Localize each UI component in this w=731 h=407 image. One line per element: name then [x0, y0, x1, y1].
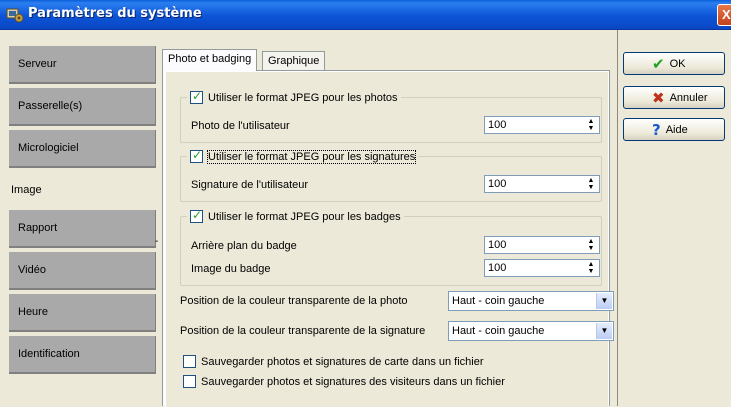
help-label: Aide: [665, 123, 688, 136]
close-button[interactable]: X: [717, 4, 731, 26]
badges-jpeg-checkbox[interactable]: [190, 208, 203, 223]
spinner-arrows-icon[interactable]: ▲ ▼: [584, 261, 598, 275]
signature-user-value: 100: [488, 178, 507, 190]
badges-jpeg-label: Utiliser le format JPEG pour les badges: [208, 210, 401, 223]
save-visitors-label: Sauvegarder photos et signatures des vis…: [201, 375, 505, 388]
tab-label: Graphique: [268, 55, 320, 67]
settings-content: Photo et badging Graphique Utiliser le f…: [158, 30, 618, 407]
signature-user-spinner[interactable]: 100 ▲ ▼: [484, 175, 600, 193]
tab-label: Photo et badging: [168, 53, 252, 65]
sidebar-item-label: Micrologiciel: [18, 142, 79, 154]
sidebar-item-label: Passerelle(s): [18, 100, 83, 112]
photo-user-label: Photo de l'utilisateur: [191, 120, 290, 132]
signatures-jpeg-option[interactable]: Utiliser le format JPEG pour les signatu…: [187, 148, 419, 164]
badge-image-label: Image du badge: [191, 263, 271, 275]
save-card-checkbox[interactable]: [183, 355, 196, 368]
spinner-arrows-icon[interactable]: ▲ ▼: [584, 118, 598, 132]
sidebar-item-label: Image: [11, 184, 42, 196]
save-visitors-option[interactable]: Sauvegarder photos et signatures des vis…: [183, 375, 505, 388]
signatures-jpeg-checkbox[interactable]: [190, 148, 203, 163]
signature-transparency-value: Haut - coin gauche: [452, 325, 545, 337]
sidebar-item-label: Identification: [18, 348, 80, 360]
sidebar-item-heure[interactable]: Heure: [9, 294, 156, 332]
sidebar-item-label: Heure: [18, 306, 48, 318]
cancel-label: Annuler: [669, 91, 708, 104]
save-visitors-checkbox[interactable]: [183, 375, 196, 388]
sidebar-item-video[interactable]: Vidéo: [9, 252, 156, 290]
badge-background-label: Arrière plan du badge: [191, 240, 297, 252]
photo-transparency-label: Position de la couleur transparente de l…: [180, 295, 408, 307]
chevron-down-icon[interactable]: ▼: [596, 293, 612, 309]
photos-group: Utiliser le format JPEG pour les photos …: [180, 89, 602, 143]
badge-image-spinner[interactable]: 100 ▲ ▼: [484, 259, 600, 277]
settings-app-icon: [6, 7, 24, 23]
help-question-icon: ?: [652, 120, 661, 139]
photo-user-spinner[interactable]: 100 ▲ ▼: [484, 116, 600, 134]
photos-jpeg-checkbox[interactable]: [190, 89, 203, 104]
ok-button[interactable]: ✔ OK: [623, 52, 725, 75]
sidebar-item-passerelles[interactable]: Passerelle(s): [9, 88, 156, 126]
sidebar-item-identification[interactable]: Identification: [9, 336, 156, 374]
tab-panel: Utiliser le format JPEG pour les photos …: [162, 70, 614, 407]
action-panel: ✔ OK ✖ Annuler ? Aide: [619, 30, 731, 406]
sidebar-item-rapport[interactable]: Rapport: [9, 210, 156, 248]
tab-panel-body: Utiliser le format JPEG pour les photos …: [165, 71, 614, 407]
badge-background-spinner[interactable]: 100 ▲ ▼: [484, 236, 600, 254]
signature-transparency-select[interactable]: Haut - coin gauche ▼: [448, 321, 614, 341]
signature-transparency-label: Position de la couleur transparente de l…: [180, 325, 426, 337]
badges-group: Utiliser le format JPEG pour les badges …: [180, 208, 602, 286]
close-icon: X: [722, 7, 731, 22]
photo-transparency-value: Haut - coin gauche: [452, 295, 545, 307]
signatures-group: Utiliser le format JPEG pour les signatu…: [180, 148, 602, 202]
photos-jpeg-label: Utiliser le format JPEG pour les photos: [208, 91, 398, 104]
checkmark-icon: ✔: [652, 54, 665, 73]
tab-graphique[interactable]: Graphique: [262, 51, 326, 70]
sidebar-item-label: Rapport: [18, 222, 58, 234]
help-button[interactable]: ? Aide: [623, 118, 725, 141]
chevron-down-icon[interactable]: ▼: [596, 323, 612, 339]
sidebar-item-micrologiciel[interactable]: Micrologiciel: [9, 130, 156, 168]
spinner-arrows-icon[interactable]: ▲ ▼: [584, 177, 598, 191]
spinner-arrows-icon[interactable]: ▲ ▼: [584, 238, 598, 252]
sidebar-item-label: Vidéo: [18, 264, 46, 276]
sidebar: Serveur Passerelle(s) Micrologiciel Imag…: [0, 30, 158, 406]
photo-user-value: 100: [488, 119, 507, 131]
ok-label: OK: [669, 57, 686, 70]
tab-photo-et-badging[interactable]: Photo et badging: [162, 49, 258, 71]
cancel-button[interactable]: ✖ Annuler: [623, 86, 725, 109]
title-bar: Paramètres du système X: [0, 0, 731, 30]
signatures-jpeg-label: Utiliser le format JPEG pour les signatu…: [206, 149, 417, 164]
badges-jpeg-option[interactable]: Utiliser le format JPEG pour les badges: [187, 208, 404, 223]
photo-transparency-select[interactable]: Haut - coin gauche ▼: [448, 291, 614, 311]
save-card-option[interactable]: Sauvegarder photos et signatures de cart…: [183, 355, 484, 368]
save-card-label: Sauvegarder photos et signatures de cart…: [201, 355, 484, 368]
sidebar-item-image[interactable]: Image: [9, 172, 156, 210]
cancel-x-icon: ✖: [652, 88, 665, 107]
sidebar-item-serveur[interactable]: Serveur: [9, 46, 156, 84]
sidebar-item-label: Serveur: [18, 58, 57, 70]
window-title: Paramètres du système: [28, 6, 202, 21]
badge-image-value: 100: [488, 262, 507, 274]
photos-jpeg-option[interactable]: Utiliser le format JPEG pour les photos: [187, 89, 401, 104]
signature-user-label: Signature de l'utilisateur: [191, 179, 309, 191]
badge-background-value: 100: [488, 239, 507, 251]
